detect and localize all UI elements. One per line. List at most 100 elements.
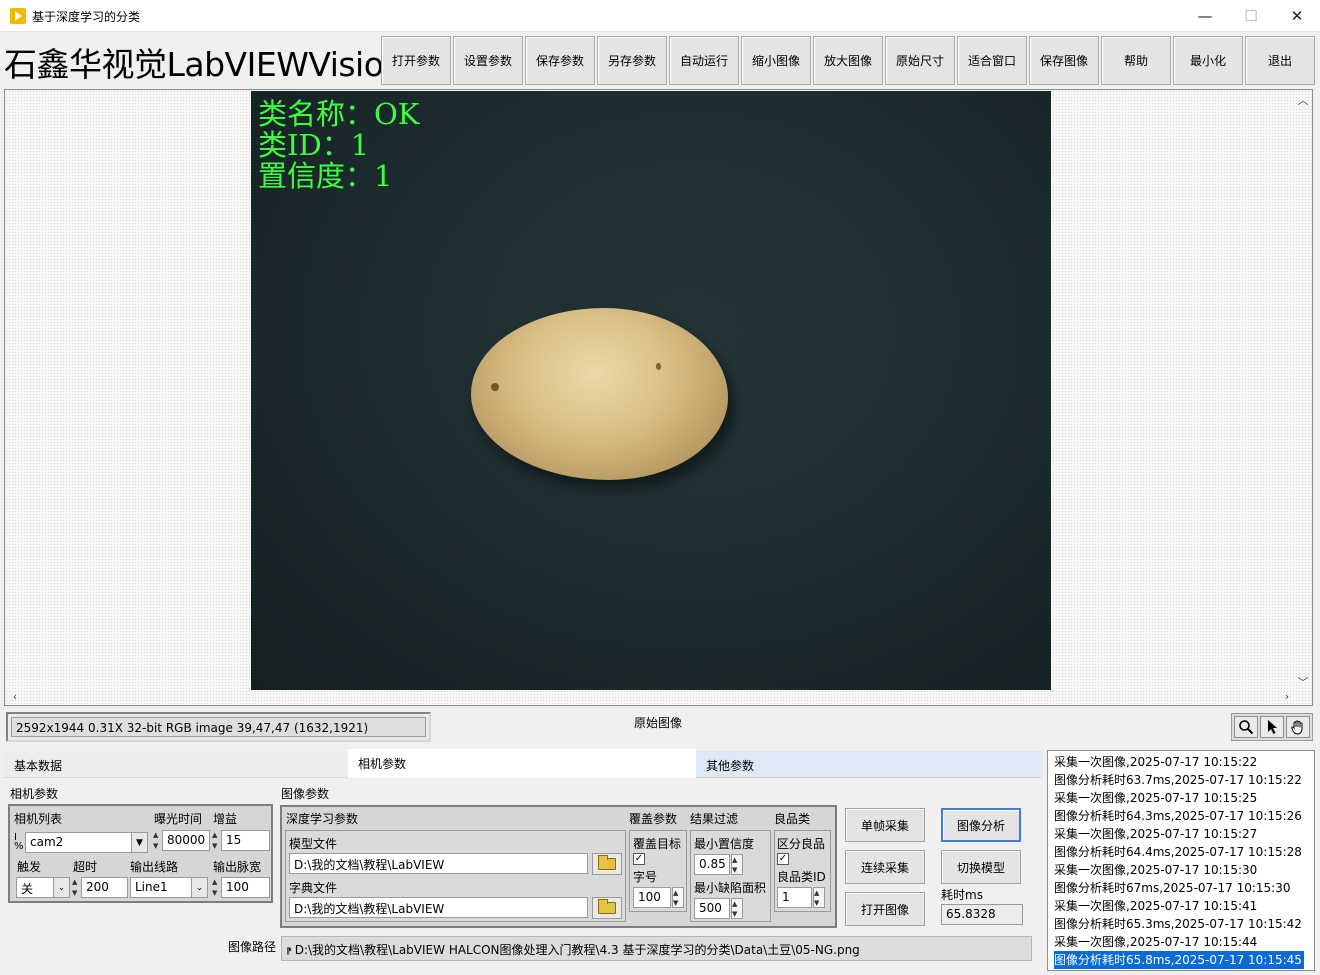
analyze-image-button[interactable]: 图像分析 (941, 808, 1021, 842)
viewer-tools (1231, 713, 1313, 741)
output-line-value: Line1 (135, 880, 168, 894)
scroll-down-arrow-icon[interactable]: ﹀ (1295, 674, 1311, 690)
min-defect-area-label: 最小缺陷面积 (694, 881, 767, 895)
model-file-input[interactable]: D:\我的文档\教程\LabVIEW (289, 853, 588, 874)
help-button[interactable]: 帮助 (1101, 36, 1171, 85)
overlay-target-checkbox[interactable]: ✓ (633, 853, 645, 865)
log-entry[interactable]: 采集一次图像,2025-07-17 10:15:22 (1054, 753, 1314, 771)
overlay-target-label: 覆盖目标 (633, 837, 682, 851)
font-size-spinner[interactable]: ▲ ▼ (672, 887, 684, 908)
min-defect-area-spinner[interactable]: ▲ ▼ (731, 898, 743, 919)
timeout-input[interactable]: 200 (81, 877, 128, 898)
image-info-text: 2592x1944 0.31X 32-bit RGB image 39,47,4… (11, 717, 426, 737)
log-entry[interactable]: 图像分析耗时67ms,2025-07-17 10:15:30 (1054, 879, 1314, 897)
single-grab-button[interactable]: 单帧采集 (845, 808, 925, 842)
original-size-button[interactable]: 原始尺寸 (885, 36, 955, 85)
path-glyph-icon: ⁋ (286, 947, 292, 957)
log-entry[interactable]: 图像分析耗时64.3ms,2025-07-17 10:15:26 (1054, 807, 1314, 825)
distinguish-good-checkbox[interactable]: ✓ (777, 853, 789, 865)
save-image-button[interactable]: 保存图像 (1029, 36, 1099, 85)
min-confidence-label: 最小置信度 (694, 837, 755, 851)
good-class-label: 良品类 (774, 812, 811, 826)
folder-icon (598, 855, 616, 870)
exposure-input[interactable]: 80000 (162, 830, 210, 851)
gain-spinner[interactable]: ▲ ▼ (212, 830, 220, 851)
image-display[interactable]: 类名称：OK 类ID：1 置信度：1 (251, 91, 1051, 690)
set-params-button[interactable]: 设置参数 (453, 36, 523, 85)
output-pulse-input[interactable]: 100 (221, 877, 270, 898)
output-line-label: 输出线路 (130, 860, 179, 874)
open-image-button[interactable]: 打开图像 (845, 892, 925, 926)
image-params-label: 图像参数 (281, 787, 330, 801)
exposure-label: 曝光时间 (154, 812, 203, 826)
model-folder-browse-button[interactable] (592, 853, 622, 875)
save-params-as-button[interactable]: 另存参数 (597, 36, 667, 85)
maximize-window-button[interactable]: ☐ (1228, 0, 1274, 32)
output-pulse-spinner[interactable]: ▲ ▼ (212, 877, 220, 898)
minimize-button[interactable]: 最小化 (1173, 36, 1243, 85)
dict-folder-browse-button[interactable] (592, 897, 622, 919)
gain-input[interactable]: 15 (221, 830, 270, 851)
close-window-button[interactable]: ✕ (1274, 0, 1320, 32)
scroll-right-arrow-icon[interactable]: › (1279, 690, 1295, 703)
log-entry[interactable]: 采集一次图像,2025-07-17 10:15:25 (1054, 789, 1314, 807)
image-path-field[interactable]: ⁋ D:\我的文档\教程\LabVIEW HALCON图像处理入门教程\4.3 基… (281, 936, 1032, 961)
output-line-select[interactable]: Line1 ⌄ (130, 877, 208, 898)
font-size-input[interactable]: 100 (633, 887, 671, 908)
overlay-class-id: 类ID：1 (258, 128, 370, 162)
pointer-icon[interactable] (1260, 716, 1284, 738)
exposure-spinner[interactable]: ▲ ▼ (153, 830, 161, 851)
trigger-select[interactable]: 关 ⌄ (16, 877, 70, 898)
dl-params-label: 深度学习参数 (286, 812, 359, 826)
good-class-id-input[interactable]: 1 (777, 887, 812, 908)
min-confidence-spinner[interactable]: ▲ ▼ (731, 854, 743, 875)
timeout-spinner[interactable]: ▲ ▼ (72, 877, 80, 898)
potato-object (471, 308, 728, 480)
log-entry[interactable]: 采集一次图像,2025-07-17 10:15:30 (1054, 861, 1314, 879)
app-icon (10, 8, 26, 24)
horizontal-scrollbar[interactable]: ‹ › (5, 690, 1295, 705)
output-pulse-label: 输出脉宽 (213, 860, 262, 874)
camera-list-select[interactable]: cam2 ▼ (25, 832, 148, 853)
zoom-out-button[interactable]: 缩小图像 (741, 36, 811, 85)
log-entry[interactable]: 采集一次图像,2025-07-17 10:15:41 (1054, 897, 1314, 915)
zoom-icon[interactable] (1234, 716, 1258, 738)
log-entry[interactable]: 图像分析耗时65.3ms,2025-07-17 10:15:42 (1054, 915, 1314, 933)
exit-button[interactable]: 退出 (1245, 36, 1315, 85)
min-confidence-input[interactable]: 0.85 (694, 854, 730, 875)
minimize-window-button[interactable]: — (1182, 0, 1228, 32)
dict-file-label: 字典文件 (289, 881, 338, 895)
pan-hand-icon[interactable] (1286, 716, 1310, 738)
trigger-label: 触发 (17, 860, 42, 874)
chevron-down-icon[interactable]: ⌄ (191, 878, 207, 897)
log-entry[interactable]: 采集一次图像,2025-07-17 10:15:27 (1054, 825, 1314, 843)
gain-label: 增益 (213, 812, 238, 826)
tab-camera-params[interactable]: 相机参数 (348, 749, 696, 778)
log-entry[interactable]: 图像分析耗时64.4ms,2025-07-17 10:15:28 (1054, 843, 1314, 861)
open-params-button[interactable]: 打开参数 (381, 36, 451, 85)
image-path-label: 图像路径 (228, 940, 277, 954)
switch-model-button[interactable]: 切换模型 (941, 850, 1021, 884)
vertical-scrollbar[interactable]: ︿ ﹀ (1295, 90, 1312, 690)
window-title: 基于深度学习的分类 (32, 10, 141, 24)
overlay-class-name: 类名称：OK (258, 97, 420, 131)
scroll-up-arrow-icon[interactable]: ︿ (1295, 92, 1311, 108)
tab-basic-data[interactable]: 基本数据 (4, 751, 348, 778)
log-entry[interactable]: 采集一次图像,2025-07-17 10:15:44 (1054, 933, 1314, 951)
log-entry-selected[interactable]: 图像分析耗时65.8ms,2025-07-17 10:15:45 (1054, 951, 1304, 969)
min-defect-area-input[interactable]: 500 (694, 898, 730, 919)
fit-window-button[interactable]: 适合窗口 (957, 36, 1027, 85)
save-params-button[interactable]: 保存参数 (525, 36, 595, 85)
tab-other-params[interactable]: 其他参数 (696, 751, 1041, 778)
dict-file-input[interactable]: D:\我的文档\教程\LabVIEW (289, 897, 588, 918)
log-entry[interactable]: 图像分析耗时63.7ms,2025-07-17 10:15:22 (1054, 771, 1314, 789)
scroll-left-arrow-icon[interactable]: ‹ (7, 690, 23, 703)
chevron-down-icon[interactable]: ▼ (131, 833, 147, 852)
auto-run-button[interactable]: 自动运行 (669, 36, 739, 85)
good-class-id-spinner[interactable]: ▲ ▼ (813, 887, 825, 908)
chevron-down-icon[interactable]: ⌄ (53, 878, 69, 897)
continuous-grab-button[interactable]: 连续采集 (845, 850, 925, 884)
zoom-in-button[interactable]: 放大图像 (813, 36, 883, 85)
image-path-value: D:\我的文档\教程\LabVIEW HALCON图像处理入门教程\4.3 基于… (294, 943, 860, 957)
log-list[interactable]: 采集一次图像,2025-07-17 10:15:22 图像分析耗时63.7ms,… (1047, 750, 1315, 971)
